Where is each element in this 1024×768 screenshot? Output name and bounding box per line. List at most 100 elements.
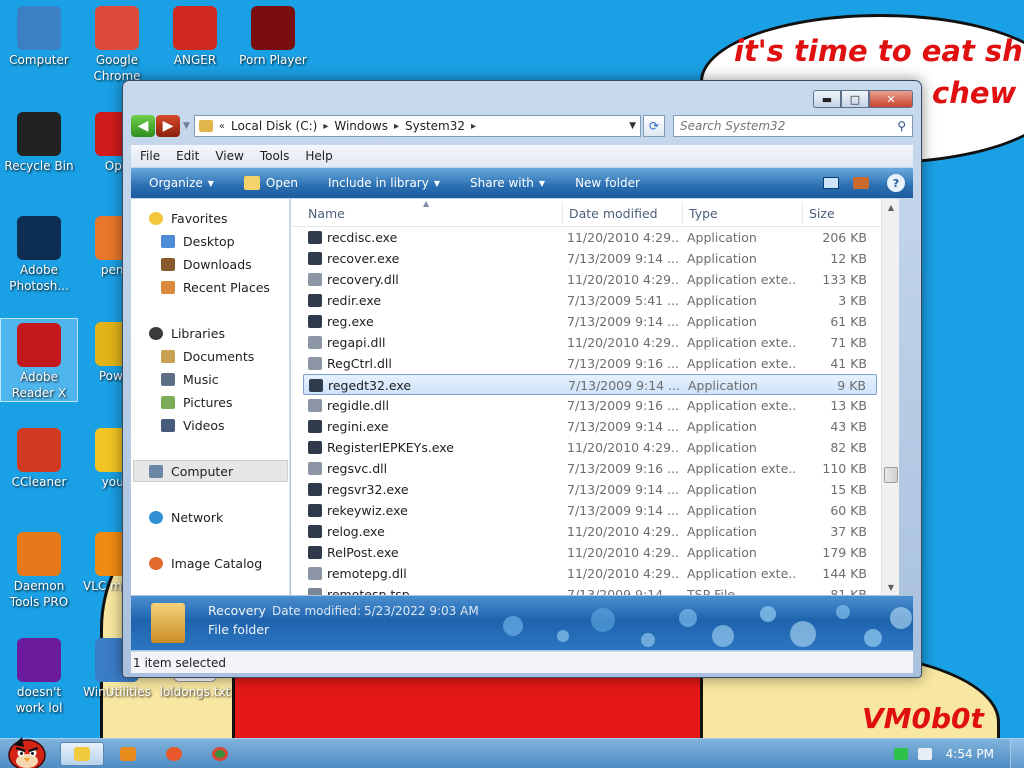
nav-computer[interactable]: Computer — [149, 464, 233, 479]
scroll-down-icon[interactable]: ▼ — [882, 579, 899, 595]
nav-downloads[interactable]: Downloads — [161, 257, 252, 272]
nav-libraries[interactable]: Libraries — [149, 326, 225, 341]
vertical-scrollbar[interactable]: ▲ ▼ — [881, 199, 899, 595]
breadcrumb-overflow-icon[interactable]: « — [219, 121, 225, 132]
desktop-shortcut[interactable]: ANGER — [156, 2, 234, 68]
taskbar-media-player[interactable] — [106, 742, 150, 766]
file-row[interactable]: recover.exe 7/13/2009 9:14 ... Application… — [303, 248, 877, 269]
desktop-shortcut[interactable]: Computer — [0, 2, 78, 68]
address-bar[interactable]: « Local Disk (C:) ▸ Windows ▸ System32 ▸… — [193, 115, 641, 137]
file-row[interactable]: regsvr32.exe 7/13/2009 9:14 ... Applicatio… — [303, 479, 877, 500]
open-button[interactable]: Open — [243, 176, 298, 190]
nav-recent-places[interactable]: Recent Places — [161, 280, 270, 295]
taskbar-chrome[interactable] — [198, 742, 242, 766]
search-icon[interactable]: ⚲ — [897, 119, 906, 133]
nav-network[interactable]: Network — [149, 510, 223, 525]
minimize-button[interactable]: ▬ — [813, 90, 841, 108]
desktop-shortcut[interactable]: Google Chrome — [78, 2, 156, 84]
breadcrumb-chevron-icon[interactable]: ▸ — [323, 121, 328, 132]
address-dropdown-icon[interactable]: ▼ — [629, 121, 636, 131]
column-size[interactable]: Size — [809, 206, 835, 221]
file-row[interactable]: RegCtrl.dll 7/13/2009 9:16 ... Application… — [303, 353, 877, 374]
explorer-window[interactable]: ▬ □ ✕ ◀ ▶ ▼ « Local Disk (C:) ▸ Windows … — [122, 80, 922, 678]
file-row[interactable]: redir.exe 7/13/2009 5:41 ... Application 3 … — [303, 290, 877, 311]
taskbar-firefox[interactable] — [152, 742, 196, 766]
menu-edit[interactable]: Edit — [176, 149, 199, 163]
start-button[interactable] — [4, 733, 50, 768]
file-name: remotesp.tsp — [327, 587, 410, 595]
menu-view[interactable]: View — [215, 149, 243, 163]
file-date-modified: 7/13/2009 9:14 ... — [567, 503, 679, 518]
taskbar-explorer[interactable] — [60, 742, 104, 766]
refresh-button[interactable]: ⟳ — [643, 115, 665, 137]
organize-button[interactable]: Organize ▼ — [149, 176, 214, 190]
close-button[interactable]: ✕ — [869, 90, 913, 108]
help-icon[interactable]: ? — [887, 174, 905, 192]
column-divider[interactable] — [562, 202, 563, 224]
nav-documents[interactable]: Documents — [161, 349, 254, 364]
file-size: 43 KB — [830, 419, 867, 434]
breadcrumb-item[interactable]: System32 — [405, 119, 465, 133]
clock[interactable]: 4:54 PM — [946, 747, 994, 761]
breadcrumb-chevron-icon[interactable]: ▸ — [394, 121, 399, 132]
scroll-up-icon[interactable]: ▲ — [882, 199, 899, 215]
nav-desktop[interactable]: Desktop — [161, 234, 235, 249]
nav-image-catalog[interactable]: Image Catalog — [149, 556, 262, 571]
file-row[interactable]: relog.exe 11/20/2010 4:29... Application 37… — [303, 521, 877, 542]
column-divider[interactable] — [682, 202, 683, 224]
maximize-button[interactable]: □ — [841, 90, 869, 108]
show-desktop-button[interactable] — [1010, 739, 1024, 768]
file-row[interactable]: remotesp.tsp 7/13/2009 9:14 ... TSP File 81… — [303, 584, 877, 595]
column-divider[interactable] — [802, 202, 803, 224]
recent-pages-dropdown[interactable]: ▼ — [183, 121, 190, 131]
desktop-shortcut[interactable]: CCleaner — [0, 424, 78, 490]
menu-file[interactable]: File — [140, 149, 160, 163]
file-row[interactable]: recovery.dll 11/20/2010 4:29... Applicatio… — [303, 269, 877, 290]
search-input[interactable] — [680, 119, 898, 133]
menu-tools[interactable]: Tools — [260, 149, 290, 163]
column-date-modified[interactable]: Date modified — [569, 206, 658, 221]
share-with-button[interactable]: Share with ▼ — [470, 176, 545, 190]
nav-videos[interactable]: Videos — [161, 418, 225, 433]
desktop-shortcut[interactable]: Adobe Reader X — [0, 318, 78, 402]
file-row[interactable]: RegisterIEPKEYs.exe 11/20/2010 4:29... App… — [303, 437, 877, 458]
file-row[interactable]: RelPost.exe 11/20/2010 4:29... Application… — [303, 542, 877, 563]
desktop-shortcut[interactable]: doesn't work lol — [0, 634, 78, 716]
file-row[interactable]: regedt32.exe 7/13/2009 9:14 ... Applicatio… — [303, 374, 877, 395]
file-date-modified: 7/13/2009 9:16 ... — [567, 461, 679, 476]
file-row[interactable]: reg.exe 7/13/2009 9:14 ... Application 61 K… — [303, 311, 877, 332]
file-row[interactable]: regapi.dll 11/20/2010 4:29... Application … — [303, 332, 877, 353]
desktop-shortcut[interactable]: Daemon Tools PRO — [0, 528, 78, 610]
search-box[interactable]: ⚲ — [673, 115, 913, 137]
file-row[interactable]: recdisc.exe 11/20/2010 4:29... Application… — [303, 227, 877, 248]
breadcrumb-chevron-icon[interactable]: ▸ — [471, 121, 476, 132]
column-name[interactable]: Name — [308, 206, 345, 221]
breadcrumb-item[interactable]: Windows — [334, 119, 388, 133]
scrollbar-thumb[interactable] — [884, 467, 898, 483]
desktop-shortcut[interactable]: Adobe Photosh... — [0, 212, 78, 294]
forward-button[interactable]: ▶ — [156, 115, 180, 137]
file-row[interactable]: regini.exe 7/13/2009 9:14 ... Application 4… — [303, 416, 877, 437]
desktop-shortcut[interactable]: Porn Player — [234, 2, 312, 68]
network-tray-icon[interactable] — [893, 748, 908, 760]
file-row[interactable]: regsvc.dll 7/13/2009 9:16 ... Application … — [303, 458, 877, 479]
new-folder-button[interactable]: New folder — [575, 176, 640, 190]
desktop-shortcut[interactable]: Recycle Bin — [0, 108, 78, 174]
file-row[interactable]: rekeywiz.exe 7/13/2009 9:14 ... Applicatio… — [303, 500, 877, 521]
volume-icon[interactable] — [917, 748, 932, 760]
change-view-icon[interactable] — [823, 177, 839, 189]
menu-help[interactable]: Help — [305, 149, 332, 163]
column-type[interactable]: Type — [689, 206, 718, 221]
desktop-icon — [161, 235, 175, 248]
preview-pane-icon[interactable] — [853, 177, 869, 189]
breadcrumb-item[interactable]: Local Disk (C:) — [231, 119, 317, 133]
nav-music[interactable]: Music — [161, 372, 219, 387]
back-button[interactable]: ◀ — [131, 115, 155, 137]
include-in-library-button[interactable]: Include in library ▼ — [328, 176, 440, 190]
file-row[interactable]: regidle.dll 7/13/2009 9:16 ... Application… — [303, 395, 877, 416]
explorer-icon — [74, 747, 90, 761]
nav-favorites[interactable]: Favorites — [149, 211, 227, 226]
nav-pictures[interactable]: Pictures — [161, 395, 233, 410]
file-date-modified: 7/13/2009 9:14 ... — [567, 314, 679, 329]
file-row[interactable]: remotepg.dll 11/20/2010 4:29... Applicatio… — [303, 563, 877, 584]
